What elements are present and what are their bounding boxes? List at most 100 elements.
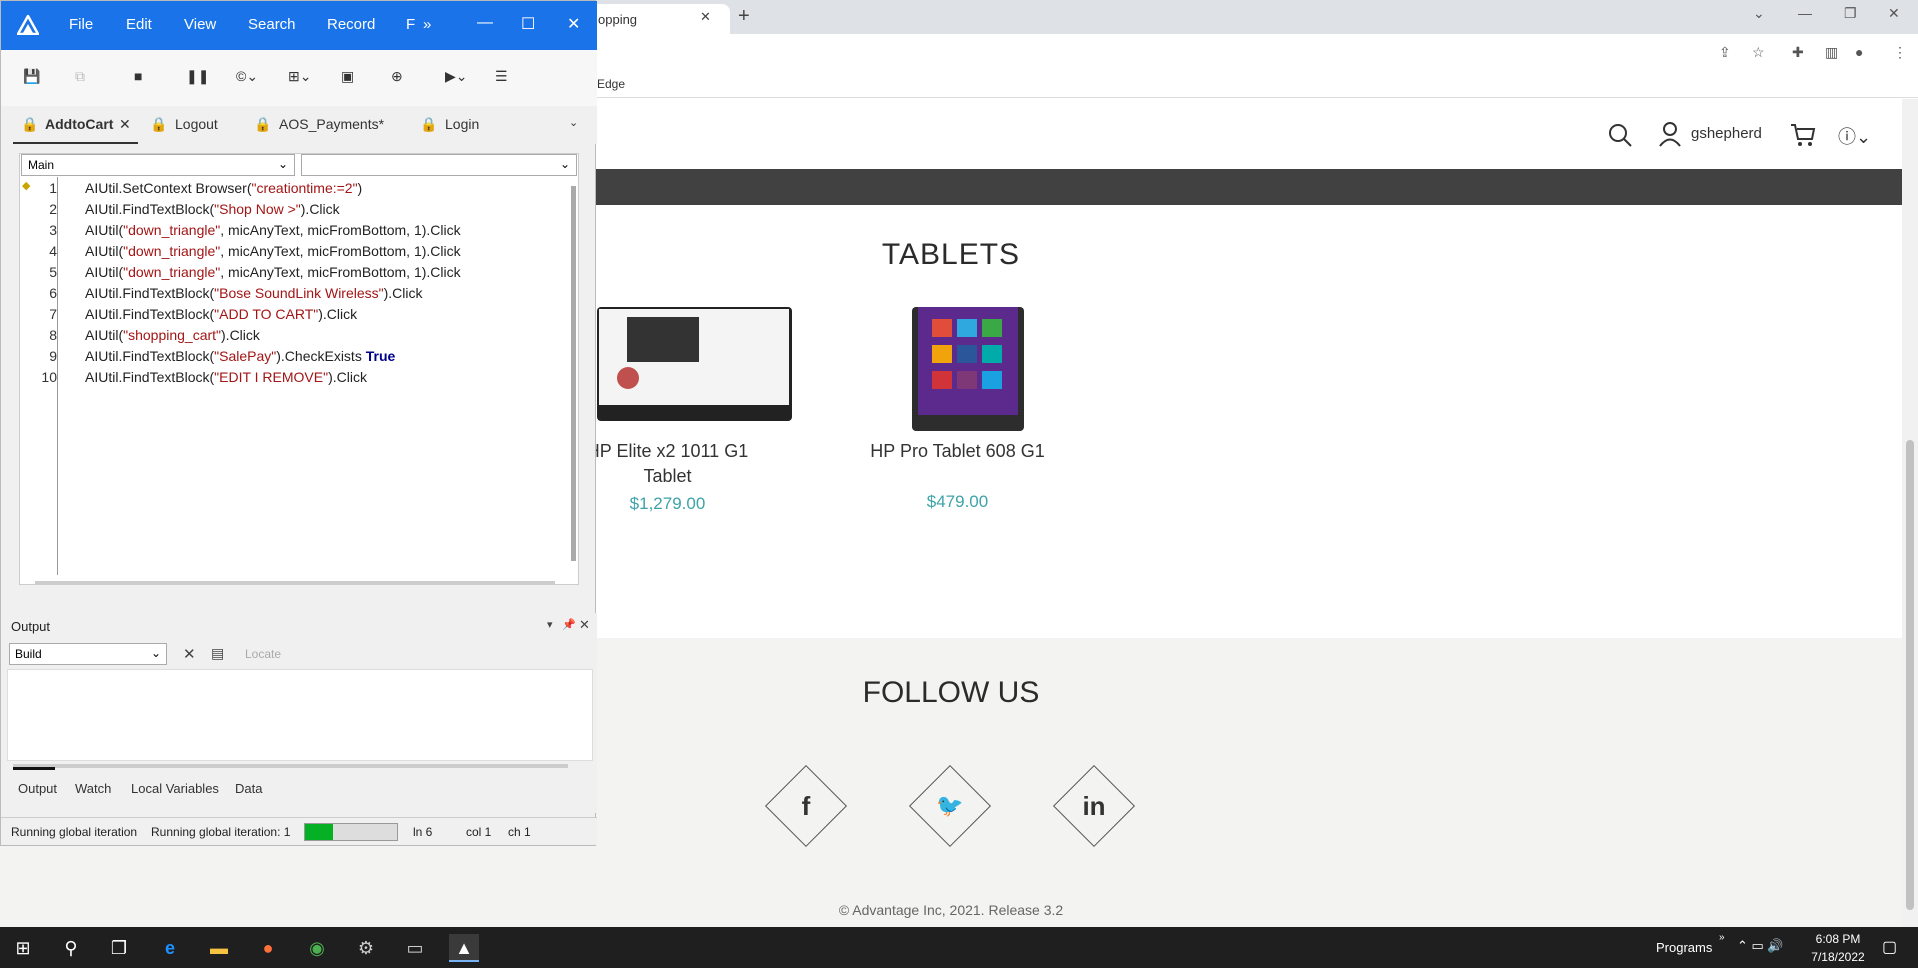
tab-output[interactable]: Output: [18, 781, 57, 796]
windows-start-icon[interactable]: ⊞: [8, 934, 38, 962]
chevron-down-icon: ⌄: [150, 646, 161, 660]
scrollbar-thumb[interactable]: [1906, 440, 1914, 910]
menu-view[interactable]: View: [184, 16, 216, 33]
code-line[interactable]: AIUtil.FindTextBlock("Shop Now >").Click: [85, 201, 340, 217]
action-combo[interactable]: Main ⌄: [21, 154, 295, 176]
close-icon[interactable]: ✕: [567, 14, 580, 34]
terminal-icon[interactable]: ▭: [400, 934, 430, 962]
close-window-icon[interactable]: ✕: [1888, 5, 1900, 22]
tab-logout[interactable]: Logout: [175, 116, 218, 132]
product-price: $479.00: [926, 492, 989, 511]
ai-icon[interactable]: ⊞⌄: [288, 68, 311, 85]
code-line[interactable]: AIUtil.FindTextBlock("SalePay").CheckExi…: [85, 348, 395, 364]
code-line[interactable]: AIUtil.FindTextBlock("EDIT I REMOVE").Cl…: [85, 369, 367, 385]
tab-local-variables[interactable]: Local Variables: [131, 781, 219, 796]
close-tab-icon[interactable]: ✕: [700, 9, 711, 25]
close-panel-icon[interactable]: ✕: [579, 617, 590, 633]
menu-file[interactable]: File: [69, 16, 93, 33]
code-line[interactable]: AIUtil("down_triangle", micAnyText, micF…: [85, 264, 461, 280]
line-number: 6: [49, 285, 57, 301]
menu-overflow-icon[interactable]: »: [423, 16, 431, 33]
locate-button[interactable]: Locate: [245, 647, 281, 661]
close-tab-icon[interactable]: ✕: [119, 116, 131, 133]
spy-icon[interactable]: ⊕: [391, 68, 403, 85]
username-label[interactable]: gshepherd: [1691, 125, 1762, 142]
product-image[interactable]: [912, 307, 1024, 431]
search-icon[interactable]: ⚲: [56, 934, 86, 962]
editor-hscrollbar[interactable]: [35, 581, 555, 585]
notification-icon[interactable]: ▢: [1882, 937, 1897, 957]
menu-more[interactable]: F: [406, 16, 415, 33]
code-line[interactable]: AIUtil("down_triangle", micAnyText, micF…: [85, 222, 461, 238]
record-mode-icon[interactable]: ©⌄: [236, 68, 258, 85]
profile-icon[interactable]: ●: [1855, 44, 1863, 60]
save-all-icon[interactable]: ⧉: [75, 68, 85, 85]
editor-scrollbar[interactable]: [571, 186, 576, 561]
clear-icon[interactable]: ✕: [183, 645, 196, 663]
output-text-area[interactable]: [7, 669, 593, 761]
code-line[interactable]: AIUtil("down_triangle", micAnyText, micF…: [85, 243, 461, 259]
list-icon[interactable]: ☰: [495, 68, 508, 85]
sidepanel-icon[interactable]: ▥: [1825, 44, 1838, 61]
output-hscrollbar[interactable]: [13, 764, 568, 768]
clock-time[interactable]: 6:08 PM: [1803, 932, 1873, 946]
line-number: 3: [49, 222, 57, 238]
object-repo-icon[interactable]: ▣: [341, 68, 354, 85]
firefox-icon[interactable]: ●: [253, 934, 283, 962]
clock-date[interactable]: 7/18/2022: [1803, 950, 1873, 964]
menu-search[interactable]: Search: [248, 16, 296, 33]
shopping-cart-icon[interactable]: [1790, 123, 1816, 147]
function-combo[interactable]: ⌄: [301, 154, 577, 176]
product-name[interactable]: HP Elite x2 1011 G1 Tablet: [580, 439, 755, 489]
restore-icon[interactable]: ❐: [1844, 5, 1857, 22]
share-icon[interactable]: ⇪: [1719, 44, 1731, 61]
chrome-icon[interactable]: ◉: [302, 934, 332, 962]
extensions-icon[interactable]: ✚: [1792, 44, 1804, 61]
minimize-icon[interactable]: —: [477, 14, 493, 32]
user-icon[interactable]: [1658, 121, 1682, 147]
save-icon[interactable]: 💾: [23, 68, 40, 85]
ie-icon[interactable]: e: [155, 934, 185, 962]
new-tab-icon[interactable]: +: [738, 5, 750, 28]
tab-watch[interactable]: Watch: [75, 781, 111, 796]
tab-data[interactable]: Data: [235, 781, 262, 796]
minimize-icon[interactable]: —: [1798, 5, 1812, 21]
line-number: 1: [49, 180, 57, 196]
tabs-menu-icon[interactable]: ⌄: [569, 116, 578, 129]
help-icon[interactable]: ⓘ⌄: [1838, 123, 1871, 149]
run-from-step-icon[interactable]: ▶⌄: [445, 68, 468, 85]
code-line[interactable]: AIUtil("shopping_cart").Click: [85, 327, 260, 343]
programs-toolbar[interactable]: Programs: [1656, 940, 1712, 955]
product-name[interactable]: HP Pro Tablet 608 G1: [860, 439, 1055, 464]
file-explorer-icon[interactable]: ▬: [204, 934, 234, 962]
code-line[interactable]: AIUtil.FindTextBlock("ADD TO CART").Clic…: [85, 306, 357, 322]
tray-icons[interactable]: ⌃ ▭ 🔊: [1737, 938, 1784, 954]
copy-icon[interactable]: ▤: [211, 645, 224, 662]
chevron-right-icon[interactable]: »: [1719, 932, 1725, 943]
menu-edit[interactable]: Edit: [126, 16, 152, 33]
menu-record[interactable]: Record: [327, 16, 375, 33]
kebab-menu-icon[interactable]: ⋮: [1893, 44, 1907, 61]
tab-aos-payments[interactable]: AOS_Payments*: [279, 116, 384, 132]
star-icon[interactable]: ☆: [1752, 44, 1765, 61]
line-number: 10: [41, 369, 57, 385]
settings-icon[interactable]: ⚙: [351, 934, 381, 962]
code-line[interactable]: AIUtil.SetContext Browser("creationtime:…: [85, 180, 362, 196]
panel-menu-icon[interactable]: ▾: [547, 618, 553, 631]
bookmark-edge[interactable]: Edge: [597, 77, 625, 91]
pin-icon[interactable]: 📌: [562, 618, 576, 631]
product-image[interactable]: [597, 307, 792, 421]
tab-login[interactable]: Login: [445, 116, 479, 132]
stop-icon[interactable]: ■: [134, 68, 142, 84]
pause-icon[interactable]: ❚❚: [186, 68, 209, 85]
code-line[interactable]: AIUtil.FindTextBlock("Bose SoundLink Wir…: [85, 285, 423, 301]
maximize-icon[interactable]: ☐: [521, 14, 535, 34]
chevron-down-icon[interactable]: ⌄: [1753, 5, 1765, 22]
tab-addtocart[interactable]: AddtoCart: [45, 116, 113, 132]
uft-taskbar-icon[interactable]: ▲: [449, 934, 479, 962]
search-icon[interactable]: [1607, 122, 1633, 148]
breakpoint-marker-icon: ◆: [22, 180, 31, 192]
task-view-icon[interactable]: ❐: [104, 934, 134, 962]
output-select[interactable]: Build ⌄: [9, 643, 167, 665]
uft-logo-icon: [17, 15, 39, 35]
